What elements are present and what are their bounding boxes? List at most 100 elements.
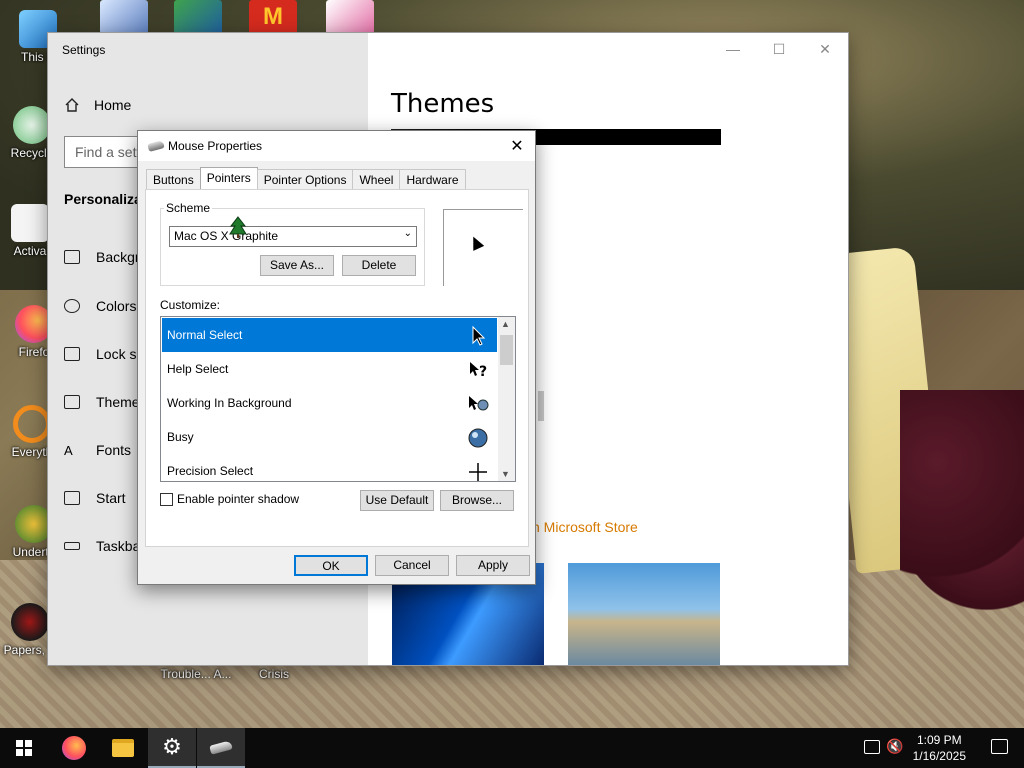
start-button[interactable] [0,728,48,768]
section-title: Personalizat [64,191,147,207]
desktop-icon-label-bottom-2[interactable]: Crisis [244,667,304,681]
tab-buttons[interactable]: Buttons [146,169,201,189]
save-as-button[interactable]: Save As... [260,255,334,276]
scroll-up-icon[interactable]: ▲ [501,319,510,329]
desktop-icon-label: Activa [13,244,47,258]
use-default-button[interactable]: Use Default [360,490,434,511]
list-item[interactable]: Busy [162,420,497,454]
taskbar-settings[interactable]: ⚙ [148,728,196,768]
green-tree-cursor-icon [229,216,247,238]
pointers-panel: Scheme Mac OS X Graphite ⌄ Save As... De… [145,189,529,547]
window-title: Settings [62,43,106,57]
document-icon [11,204,49,242]
dialog-title: Mouse Properties [168,139,263,153]
taskbar-firefox[interactable] [50,728,98,768]
lock-screen-icon [64,347,80,361]
working-cursor-icon [467,393,489,415]
cancel-button[interactable]: Cancel [375,555,449,576]
minimize-button[interactable]: — [710,39,756,59]
sidebar-item-themes[interactable]: Theme [64,394,140,410]
desktop-top-icon-1[interactable] [100,0,148,34]
sidebar-item-start[interactable]: Start [64,490,126,506]
list-item[interactable]: Precision Select [162,454,497,481]
taskbar-file-explorer[interactable] [99,728,147,768]
desktop-top-icon-2[interactable] [174,0,222,34]
tab-pointers[interactable]: Pointers [199,167,258,189]
image-icon [64,250,80,264]
palette-icon [64,299,80,313]
sidebar-item-lock-screen[interactable]: Lock sc [64,346,143,362]
desktop-icon-label: Crisis [259,667,289,681]
close-icon[interactable]: ✕ [507,136,527,156]
sidebar-item-label: Taskba [96,538,141,554]
tab-bar: Buttons Pointers Pointer Options Wheel H… [146,167,466,189]
desktop-top-icon-4[interactable] [326,0,374,34]
scheme-dropdown[interactable]: Mac OS X Graphite ⌄ [169,226,417,247]
desktop-icon-label: Recycle [10,146,54,160]
list-scrollbar[interactable]: ▲ ▼ [498,317,515,481]
help-cursor-icon: ? [467,359,489,381]
cursor-preview [443,209,523,286]
cursor-list[interactable]: Normal Select Help Select ? Working In B… [160,316,516,482]
maximize-button[interactable]: ☐ [756,39,802,59]
sidebar-item-label: Backgr [96,249,140,265]
busy-cursor-icon [467,427,489,449]
mouse-properties-dialog: Mouse Properties ✕ Buttons Pointers Poin… [137,130,536,585]
scroll-down-icon[interactable]: ▼ [501,469,510,479]
checkbox-box[interactable] [160,492,173,506]
delete-button[interactable]: Delete [342,255,416,276]
clock-time: 1:09 PM [916,733,962,747]
taskbar-mouse-properties[interactable] [197,728,245,768]
taskbar: ⚙ 🔇 1:09 PM 1/16/2025 [0,728,1024,768]
sidebar-item-label: Colors [96,298,137,314]
enable-pointer-shadow-checkbox[interactable]: Enable pointer shadow [160,492,299,506]
svg-text:?: ? [479,364,487,380]
mouse-icon [209,739,233,755]
scrollbar-thumb[interactable] [500,335,513,365]
find-setting-placeholder: Find a sett [75,144,141,160]
taskbar-clock[interactable]: 1:09 PM 1/16/2025 [913,732,966,764]
taskbar-icon [64,542,80,550]
windows-logo-icon [16,740,32,756]
clock-date: 1/16/2025 [912,749,966,763]
apply-button[interactable]: Apply [456,555,530,576]
ok-button[interactable]: OK [294,555,368,576]
scrollbar-thumb[interactable] [538,391,544,421]
scheme-label: Scheme [164,201,213,215]
desktop-icon-label: Trouble... A... [160,667,232,681]
customize-label: Customize: [160,298,221,312]
tab-pointer-options[interactable]: Pointer Options [256,169,354,189]
sidebar-item-label: Theme [96,394,140,410]
sidebar-item-taskbar[interactable]: Taskba [64,538,140,554]
tab-hardware[interactable]: Hardware [399,169,466,189]
microsoft-store-link[interactable]: n Microsoft Store [532,519,638,535]
list-item[interactable]: Working In Background [162,386,497,420]
home-nav-item[interactable]: Home [64,97,131,113]
sidebar-item-colors[interactable]: Colors [64,298,136,314]
sidebar-item-fonts[interactable]: A Fonts [64,442,131,458]
desktop-icon-label-bottom-1[interactable]: Trouble... A... [158,667,234,681]
cursor-label: Normal Select [167,328,243,342]
gear-icon: ⚙ [162,734,182,759]
crosshair-cursor-icon [467,461,489,481]
mcdonalds-icon[interactable]: M [249,0,297,34]
browse-button[interactable]: Browse... [440,490,514,511]
wallpaper-grapes [900,390,1024,630]
everything-search-icon [13,405,51,443]
dialog-titlebar[interactable]: Mouse Properties ✕ [138,131,535,161]
sidebar-item-label: Fonts [96,442,132,458]
network-icon[interactable] [864,740,880,754]
tab-wheel[interactable]: Wheel [352,169,401,189]
checkbox-label: Enable pointer shadow [177,492,300,506]
list-item[interactable]: Normal Select [162,318,497,352]
close-button[interactable]: ✕ [802,39,848,59]
list-item[interactable]: Help Select ? [162,352,497,386]
folder-icon [112,739,134,757]
volume-muted-icon[interactable]: 🔇 [886,738,903,755]
firefox-icon [62,736,86,760]
theme-thumbnail-beach[interactable] [568,563,720,665]
page-title: Themes [391,89,495,119]
notification-icon[interactable] [991,739,1008,754]
sidebar-item-background[interactable]: Backgr [64,249,140,265]
desktop-icon-label: Everyth [11,445,53,459]
